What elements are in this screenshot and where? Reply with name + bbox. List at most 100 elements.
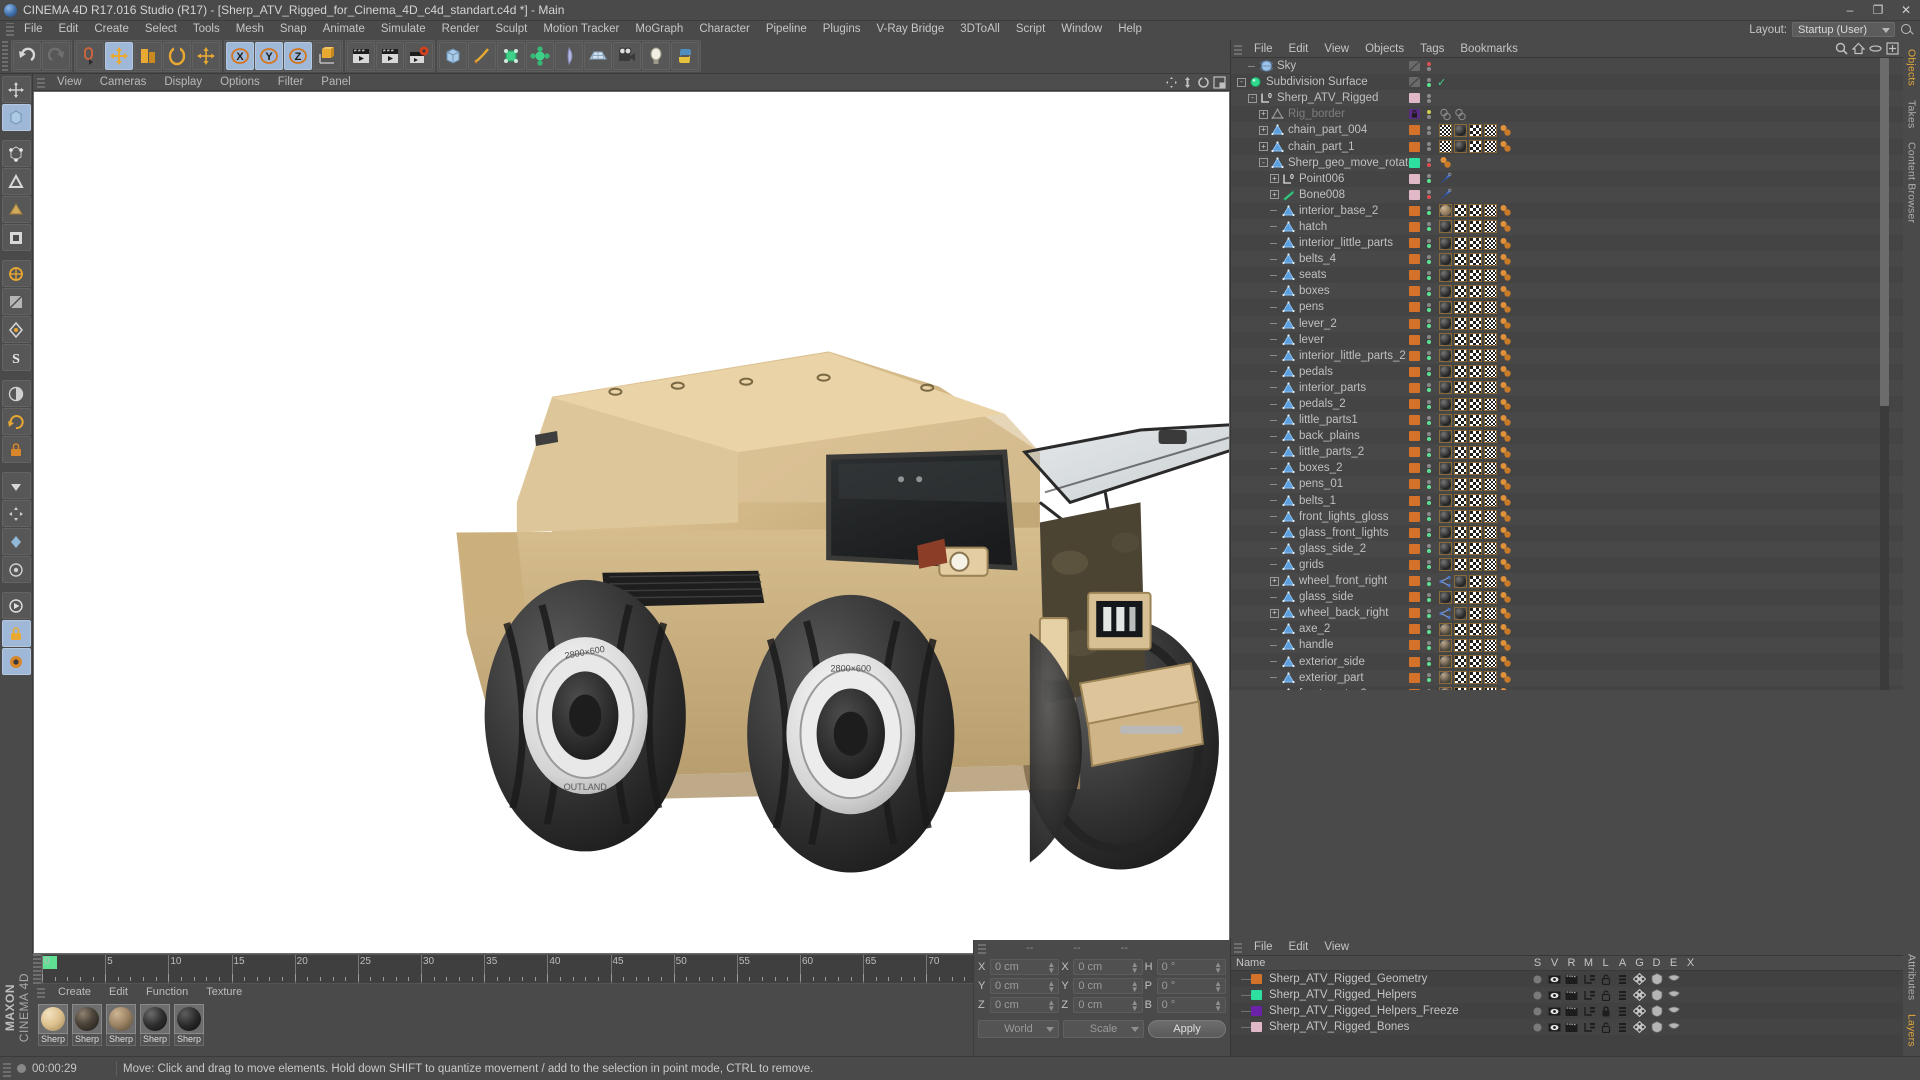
tag-matball-icon[interactable]	[1454, 574, 1467, 588]
object-menu-objects[interactable]: Objects	[1357, 40, 1412, 58]
visibility-dot[interactable]	[1427, 195, 1431, 200]
object-layer-color[interactable]	[1409, 559, 1420, 570]
layer-cell-S[interactable]	[1529, 1003, 1546, 1019]
tag-matball-icon[interactable]	[1439, 526, 1452, 540]
tag-checker-icon[interactable]	[1454, 477, 1467, 491]
layer-cell-G[interactable]	[1631, 971, 1648, 987]
material-swatch-list[interactable]: Sherp Sherp Sherp Sherp Sherp	[33, 1000, 973, 1056]
size-field[interactable]: 0 cm ▲ ▼	[1073, 997, 1143, 1013]
object-visibility-dots[interactable]	[1427, 238, 1432, 248]
menu-file[interactable]: File	[16, 21, 51, 38]
toolbar-grip[interactable]	[2, 40, 8, 71]
object-row[interactable]: pedals_2	[1231, 395, 1903, 413]
tag-checker-icon[interactable]	[1454, 687, 1467, 690]
menu-v-ray-bridge[interactable]: V-Ray Bridge	[868, 21, 952, 38]
tag-checker-icon[interactable]	[1454, 494, 1467, 508]
tag-matball-icon[interactable]	[1439, 349, 1452, 363]
visibility-dot[interactable]	[1427, 484, 1431, 489]
visibility-dot[interactable]	[1427, 179, 1431, 184]
object-layer-color[interactable]	[1409, 640, 1420, 651]
layer-cell-L[interactable]	[1597, 971, 1614, 987]
menu-3dtoall[interactable]: 3DToAll	[952, 21, 1008, 38]
layer-cell-E[interactable]	[1665, 971, 1682, 987]
tag-checker-icon[interactable]	[1454, 638, 1467, 652]
tag-checkflag-icon[interactable]	[1484, 510, 1497, 524]
tag-matcamo-icon[interactable]	[1439, 638, 1452, 652]
object-row[interactable]: interior_base_2	[1231, 202, 1903, 219]
object-layer-color[interactable]	[1409, 238, 1420, 249]
object-row[interactable]: Sky	[1231, 58, 1903, 74]
layer-row[interactable]: — Sherp_ATV_Rigged_Geometry	[1231, 971, 1903, 987]
visibility-dot[interactable]	[1427, 270, 1431, 275]
layer-color-swatch[interactable]	[1251, 974, 1262, 984]
layer-column-A[interactable]: A	[1614, 957, 1631, 969]
object-row[interactable]: pens_01	[1231, 476, 1903, 492]
tag-xpresso-icon[interactable]	[1439, 575, 1452, 588]
tag-checker-icon[interactable]	[1469, 204, 1482, 218]
tag-matball-icon[interactable]	[1439, 558, 1452, 572]
material-menu-function[interactable]: Function	[137, 984, 197, 1000]
tag-sphere2-icon[interactable]	[1499, 349, 1512, 362]
tag-checkflag-icon[interactable]	[1484, 413, 1497, 427]
visibility-dot[interactable]	[1427, 517, 1431, 522]
home-icon[interactable]	[1852, 42, 1865, 55]
visibility-dot[interactable]	[1427, 613, 1431, 618]
python-button[interactable]	[671, 41, 699, 70]
material-menu-edit[interactable]: Edit	[100, 984, 137, 1000]
tag-matball-icon[interactable]	[1454, 140, 1467, 154]
object-layer-color[interactable]	[1409, 656, 1420, 667]
tag-matball-icon[interactable]	[1439, 268, 1452, 282]
tag-checker-icon[interactable]	[1469, 477, 1482, 491]
tag-sphere2-icon[interactable]	[1499, 253, 1512, 266]
object-visibility-dots[interactable]	[1427, 689, 1432, 690]
layer-row[interactable]: — Sherp_ATV_Rigged_Helpers_Freeze	[1231, 1003, 1903, 1019]
tag-sphere2-icon[interactable]	[1499, 575, 1512, 588]
add-deformer-button[interactable]	[526, 41, 554, 70]
workplane-button[interactable]: S	[1, 344, 31, 371]
tag-sphere2-icon[interactable]	[1499, 301, 1512, 314]
tag-checkflag-icon[interactable]	[1484, 284, 1497, 298]
object-layer-color[interactable]	[1409, 672, 1420, 683]
layer-column-X[interactable]: X	[1682, 957, 1699, 969]
right-tab-content-browser[interactable]: Content Browser	[1905, 139, 1919, 226]
viewport-menu-panel[interactable]: Panel	[312, 74, 359, 91]
tag-checker-icon[interactable]	[1469, 606, 1482, 620]
object-visibility-dots[interactable]	[1427, 222, 1432, 232]
tag-checkflag-icon[interactable]	[1439, 123, 1452, 137]
tag-checker-icon[interactable]	[1469, 526, 1482, 540]
tag-checkflag-icon[interactable]	[1484, 317, 1497, 331]
tag-pin-icon[interactable]	[1439, 188, 1452, 201]
object-layer-color[interactable]	[1409, 125, 1420, 136]
object-visibility-dots[interactable]	[1427, 109, 1432, 119]
object-visibility-dots[interactable]	[1427, 576, 1432, 586]
object-layer-color[interactable]	[1409, 109, 1420, 120]
layer-cell-L[interactable]	[1597, 987, 1614, 1003]
tag-matball-icon[interactable]	[1454, 606, 1467, 620]
tag-checker-icon[interactable]	[1469, 123, 1482, 137]
tag-checker-icon[interactable]	[1469, 574, 1482, 588]
object-layer-color[interactable]	[1409, 543, 1420, 554]
tag-sphere2-icon[interactable]	[1499, 204, 1512, 217]
object-visibility-dots[interactable]	[1427, 254, 1432, 264]
tag-checker-icon[interactable]	[1454, 526, 1467, 540]
tag-checker-icon[interactable]	[1454, 236, 1467, 250]
render-preview-button[interactable]	[1, 648, 31, 675]
visibility-dot[interactable]	[1427, 372, 1431, 377]
object-visibility-dots[interactable]	[1427, 657, 1432, 667]
layer-color-swatch[interactable]	[1251, 990, 1262, 1000]
object-row[interactable]: grids	[1231, 556, 1903, 573]
tag-sphere2-icon[interactable]	[1499, 269, 1512, 282]
visibility-dot[interactable]	[1427, 431, 1431, 436]
visibility-dot[interactable]	[1427, 640, 1431, 645]
tag-matball-icon[interactable]	[1439, 445, 1452, 459]
right-tab-attributes[interactable]: Attributes	[1905, 951, 1919, 1003]
object-visibility-dots[interactable]	[1427, 383, 1432, 393]
object-layer-color[interactable]	[1409, 431, 1420, 442]
enable-axis-button[interactable]	[1, 408, 31, 435]
visibility-dot[interactable]	[1427, 420, 1431, 425]
menu-sculpt[interactable]: Sculpt	[487, 21, 535, 38]
object-visibility-dots[interactable]	[1427, 673, 1432, 683]
layer-menu-view[interactable]: View	[1316, 938, 1357, 956]
scale-tool-button[interactable]	[134, 41, 162, 70]
tag-checker-icon[interactable]	[1469, 638, 1482, 652]
